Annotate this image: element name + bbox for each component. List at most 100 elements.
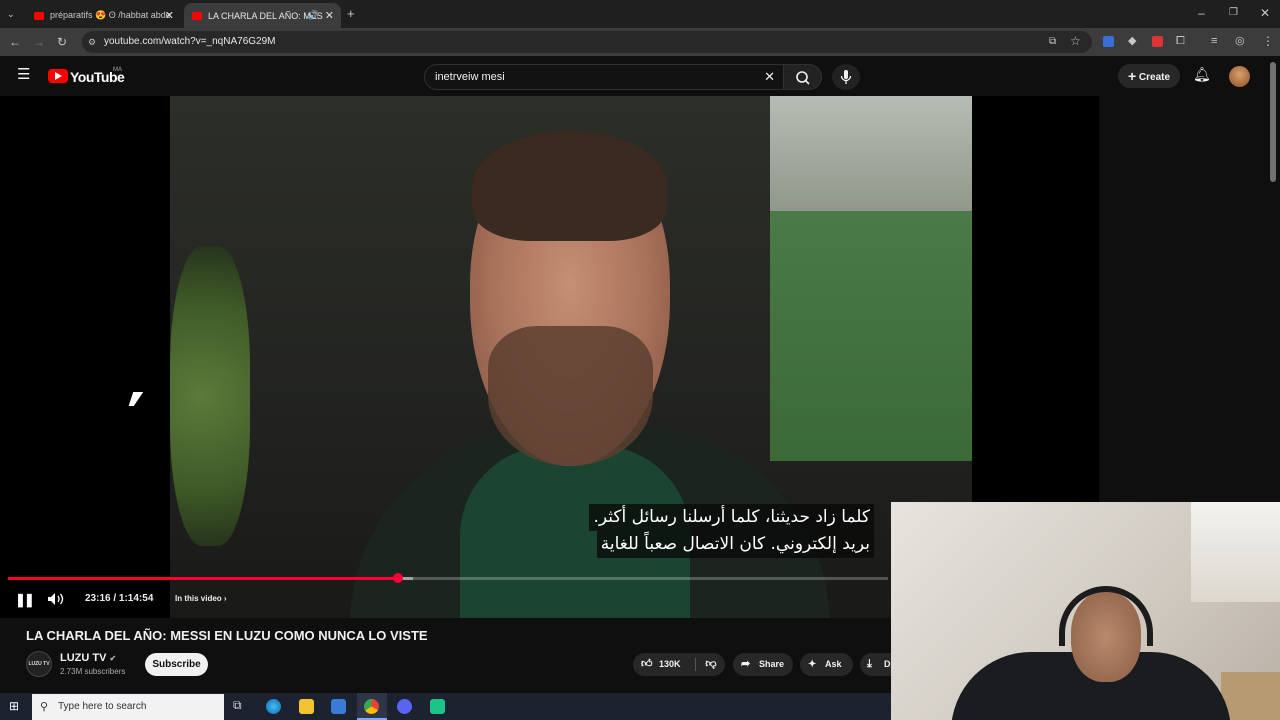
youtube-favicon-icon <box>192 11 202 20</box>
extension-red-icon[interactable] <box>1152 36 1163 47</box>
page-scrollbar[interactable] <box>1270 62 1276 182</box>
time-display: 23:16 / 1:14:54 <box>85 593 154 604</box>
player-controls: ❚❚ 23:16 / 1:14:54 In this video › <box>0 586 890 614</box>
new-tab-icon[interactable]: + <box>347 7 355 20</box>
search-icon <box>796 71 810 85</box>
channel-name[interactable]: LUZU TV ✔ <box>60 652 116 664</box>
progress-played <box>8 577 398 580</box>
edge-browser-icon[interactable] <box>266 699 281 714</box>
like-count: 130K <box>659 659 681 669</box>
dislike-button[interactable]: 👎︎ <box>697 653 725 676</box>
channel-avatar[interactable]: LUZU TV <box>26 651 52 677</box>
browser-toolbar: ← → ↻ ⚙ youtube.com/watch?v=_nqNA76G29M … <box>0 28 1280 56</box>
create-label: Create <box>1138 72 1171 83</box>
close-tab-icon[interactable]: ✕ <box>325 9 334 22</box>
address-bar[interactable]: ⚙ youtube.com/watch?v=_nqNA76G29M <box>82 31 1092 53</box>
verified-badge-icon: ✔ <box>109 654 117 663</box>
progress-bar[interactable] <box>8 573 888 583</box>
notifications-bell-icon[interactable]: 🔔︎ <box>1193 67 1211 81</box>
in-this-video-chapters[interactable]: In this video › <box>175 594 227 603</box>
channel-name-text: LUZU TV <box>60 652 107 664</box>
video-background <box>770 96 972 214</box>
ask-label: Ask <box>825 659 842 669</box>
create-button[interactable]: + Create <box>1118 64 1180 88</box>
taskbar-search-placeholder: Type here to search <box>58 701 147 712</box>
task-view-icon[interactable]: ⧉ <box>233 698 242 713</box>
taskbar-search-input[interactable]: ⚲ Type here to search <box>32 694 224 720</box>
back-icon[interactable]: ← <box>9 36 21 48</box>
webcam-background <box>1191 502 1280 602</box>
microphone-icon <box>840 70 852 84</box>
ask-button[interactable]: ✦ Ask <box>800 653 853 676</box>
video-background <box>472 131 667 241</box>
voice-search-button[interactable] <box>832 64 860 90</box>
media-control-icon[interactable]: ≡ <box>1211 35 1217 47</box>
microsoft-store-icon[interactable] <box>331 699 346 714</box>
translate-extension-icon[interactable] <box>1103 36 1114 47</box>
share-button[interactable]: ➦ Share <box>733 653 793 676</box>
pause-icon[interactable]: ❚❚ <box>15 592 35 608</box>
volume-icon[interactable] <box>47 592 65 606</box>
window-close-icon[interactable]: ✕ <box>1260 7 1270 19</box>
menu-icon[interactable]: ⋮ <box>1262 35 1274 47</box>
maximize-icon[interactable]: ❐ <box>1229 7 1238 19</box>
bookmark-star-icon[interactable]: ☆ <box>1070 35 1081 47</box>
video-background <box>170 246 250 546</box>
windows-taskbar: ⊞ ⚲ Type here to search ⧉ <box>0 693 891 720</box>
hamburger-menu-icon[interactable]: ☰ <box>17 67 30 82</box>
video-title: LA CHARLA DEL AÑO: MESSI EN LUZU COMO NU… <box>26 628 428 643</box>
tab-label: préparatifs 😍 ʘ /habbat abde <box>50 10 171 20</box>
browser-tab-bar: ⌄ préparatifs 😍 ʘ /habbat abde ✕ LA CHAR… <box>0 0 1280 28</box>
extensions-puzzle-icon[interactable]: ⧠ <box>1176 35 1185 47</box>
tab-la-charla[interactable]: LA CHARLA DEL AÑO: MES 🔊 ✕ <box>184 3 341 28</box>
like-dislike-group: 👍︎ 130K 👎︎ <box>633 653 725 676</box>
chrome-taskbar-button[interactable] <box>357 693 387 720</box>
reload-icon[interactable]: ↻ <box>57 36 67 48</box>
in-this-video-label: In this video <box>175 594 222 603</box>
site-info-icon[interactable]: ⚙ <box>88 31 96 53</box>
youtube-favicon-icon <box>34 11 44 20</box>
share-arrow-icon: ➦ <box>741 658 751 670</box>
video-background <box>488 326 653 466</box>
youtube-logo-icon[interactable] <box>48 69 68 83</box>
video-background <box>770 211 972 461</box>
download-icon: ⤓ <box>867 658 872 670</box>
tab-preparatifs[interactable]: préparatifs 😍 ʘ /habbat abde ✕ <box>26 3 181 28</box>
sparkle-icon: ✦ <box>808 659 817 670</box>
minimize-icon[interactable]: – <box>1198 7 1205 19</box>
app-icon[interactable] <box>430 699 445 714</box>
clear-search-icon[interactable]: ✕ <box>764 65 775 89</box>
thumbs-up-icon: 👍︎ <box>641 658 653 670</box>
discord-icon[interactable] <box>397 699 412 714</box>
profile-icon[interactable]: ◎ <box>1235 35 1245 47</box>
tab-search-icon[interactable]: ⌄ <box>7 8 15 20</box>
forward-icon[interactable]: → <box>33 36 45 48</box>
account-avatar[interactable] <box>1229 66 1250 87</box>
file-explorer-icon[interactable] <box>299 699 314 714</box>
extension-diamond-icon[interactable]: ◆ <box>1128 35 1136 47</box>
caption-line: بريد إلكتروني. كان الاتصال صعباً للغاية <box>596 531 874 558</box>
search-input[interactable]: inetrveiw mesi ✕ <box>424 64 784 90</box>
install-icon[interactable]: ⧉ <box>1049 36 1056 48</box>
scrubber-handle[interactable] <box>392 573 403 583</box>
chrome-icon <box>364 699 379 714</box>
windows-start-icon[interactable]: ⊞ <box>9 699 19 713</box>
webcam-overlay <box>891 502 1280 720</box>
subscriber-count: 2.73M subscribers <box>60 667 126 676</box>
search-button[interactable] <box>784 64 822 90</box>
plus-icon: + <box>1127 68 1137 84</box>
search-query: inetrveiw mesi <box>435 71 505 83</box>
tab-label: LA CHARLA DEL AÑO: MES <box>208 10 323 21</box>
webcam-person <box>1059 586 1153 646</box>
search-icon: ⚲ <box>40 701 49 713</box>
webcam-background <box>1221 672 1280 720</box>
youtube-header: ☰ YouTube MA inetrveiw mesi ✕ + Create 🔔… <box>0 56 1280 96</box>
url-text: youtube.com/watch?v=_nqNA76G29M <box>104 36 276 47</box>
video-captions: كلما زاد حديثنا، كلما أرسلنا رسائل أكثر.… <box>589 504 874 558</box>
subscribe-button[interactable]: Subscribe <box>145 653 208 676</box>
download-button[interactable]: ⤓ D <box>860 653 891 676</box>
close-tab-icon[interactable]: ✕ <box>165 9 174 22</box>
like-button[interactable]: 👍︎ 130K <box>633 653 695 676</box>
divider <box>695 658 696 671</box>
audio-playing-icon[interactable]: 🔊 <box>308 10 319 21</box>
